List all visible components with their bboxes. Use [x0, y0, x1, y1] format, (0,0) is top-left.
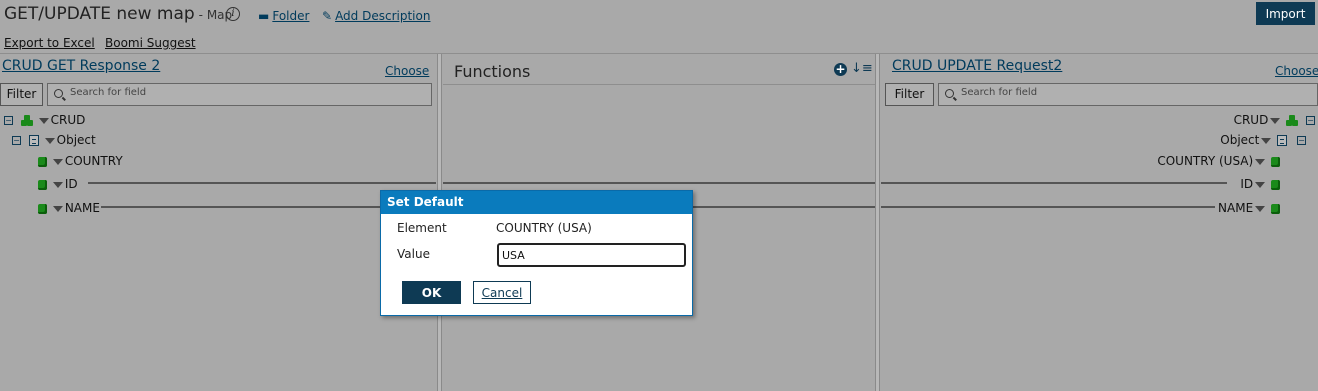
add-function-icon[interactable]: + — [834, 63, 847, 76]
search-icon — [54, 89, 63, 98]
source-profile-title[interactable]: CRUD GET Response 2 — [2, 58, 160, 74]
field-icon — [38, 156, 47, 167]
value-label: Value — [397, 247, 430, 261]
chevron-down-icon[interactable] — [1255, 205, 1266, 212]
tree-node-field[interactable]: ID — [1240, 176, 1280, 192]
tree-node-label: ID — [1240, 177, 1254, 191]
default-value-input[interactable] — [497, 243, 686, 267]
dialog-title[interactable]: Set Default — [381, 191, 692, 214]
page-title: GET/UPDATE new map - Map — [4, 4, 232, 24]
tree-node-object[interactable]: Object − — [1220, 132, 1306, 148]
element-label: Element — [397, 221, 447, 235]
destination-choose-link[interactable]: Choose — [1275, 64, 1318, 78]
folder-link[interactable]: ▬ Folder — [258, 9, 309, 23]
sort-icon[interactable]: ↓≡ — [851, 61, 873, 76]
add-description-label: Add Description — [335, 9, 431, 23]
destination-search-input[interactable] — [961, 87, 1302, 98]
chevron-down-icon[interactable] — [1270, 117, 1281, 124]
chevron-down-icon[interactable] — [52, 158, 63, 165]
tree-node-crud[interactable]: CRUD − — [1234, 112, 1315, 128]
source-profile-panel: CRUD GET Response 2 Choose Filter − CRUD… — [0, 54, 436, 391]
folder-icon: ▬ — [258, 9, 270, 23]
folder-label: Folder — [272, 9, 310, 23]
mapping-line[interactable] — [881, 182, 1227, 184]
source-search-box[interactable] — [47, 83, 432, 106]
tree-node-field[interactable]: COUNTRY (USA) — [1157, 153, 1280, 169]
tree-node-label: COUNTRY (USA) — [1157, 154, 1254, 168]
chevron-down-icon[interactable] — [1255, 181, 1266, 188]
chevron-down-icon[interactable] — [1261, 137, 1272, 144]
chevron-down-icon[interactable] — [38, 117, 49, 124]
chevron-down-icon[interactable] — [52, 205, 63, 212]
tree-node-field[interactable]: NAME — [38, 200, 100, 216]
pencil-icon: ✎ — [322, 9, 333, 23]
element-group-icon — [1286, 115, 1299, 126]
field-icon — [1271, 156, 1280, 167]
functions-header-divider — [443, 84, 876, 85]
chevron-down-icon[interactable] — [1255, 158, 1266, 165]
field-icon — [1271, 203, 1280, 214]
tree-node-label: CRUD — [50, 113, 86, 127]
destination-profile-panel: CRUD UPDATE Request2 Choose Filter CRUD … — [881, 54, 1318, 391]
collapse-icon[interactable]: − — [1306, 116, 1315, 125]
mapping-line[interactable] — [881, 206, 1215, 208]
tree-node-label: Object — [1220, 133, 1260, 147]
tree-node-label: CRUD — [1233, 113, 1269, 127]
element-value: COUNTRY (USA) — [496, 221, 592, 235]
export-to-excel-link[interactable]: Export to Excel — [4, 36, 95, 50]
destination-filter-button[interactable]: Filter — [885, 83, 934, 106]
tree-node-label: NAME — [1218, 201, 1254, 215]
object-icon — [28, 135, 39, 146]
tree-node-field[interactable]: COUNTRY — [38, 153, 123, 169]
set-default-dialog: Set Default Element COUNTRY (USA) Value … — [380, 190, 693, 316]
tree-node-label: Object — [56, 133, 96, 147]
tree-node-label: NAME — [64, 201, 100, 215]
cancel-button[interactable]: Cancel — [473, 281, 531, 304]
source-choose-link[interactable]: Choose — [385, 64, 429, 78]
destination-search-box[interactable] — [938, 83, 1318, 106]
chevron-down-icon[interactable] — [52, 181, 63, 188]
search-icon — [945, 89, 954, 98]
object-icon — [1277, 135, 1288, 146]
add-description-link[interactable]: ✎ Add Description — [322, 9, 430, 23]
source-search-input[interactable] — [70, 87, 415, 98]
field-icon — [38, 179, 47, 190]
info-icon[interactable]: i — [226, 7, 240, 21]
boomi-suggest-link[interactable]: Boomi Suggest — [105, 36, 196, 50]
collapse-icon[interactable]: − — [4, 116, 13, 125]
destination-profile-title[interactable]: CRUD UPDATE Request2 — [892, 58, 1062, 74]
map-name: GET/UPDATE new map — [4, 4, 195, 24]
mapping-line[interactable] — [443, 182, 876, 184]
functions-title: Functions — [454, 62, 531, 81]
field-icon — [38, 203, 47, 214]
field-icon — [1271, 179, 1280, 190]
tree-node-label: ID — [64, 177, 78, 191]
tree-node-label: COUNTRY — [64, 154, 123, 168]
tree-node-crud[interactable]: − CRUD — [4, 112, 85, 128]
mapping-line[interactable] — [88, 182, 436, 184]
tree-node-field[interactable]: ID — [38, 176, 78, 192]
import-button[interactable]: Import — [1256, 2, 1315, 25]
tree-node-object[interactable]: − Object — [12, 132, 96, 148]
ok-button[interactable]: OK — [402, 281, 461, 304]
source-filter-button[interactable]: Filter — [0, 83, 43, 106]
collapse-icon[interactable]: − — [1297, 136, 1306, 145]
tree-node-field[interactable]: NAME — [1218, 200, 1280, 216]
element-group-icon — [20, 115, 33, 126]
chevron-down-icon[interactable] — [44, 137, 55, 144]
panel-splitter[interactable] — [875, 54, 880, 391]
collapse-icon[interactable]: − — [12, 136, 21, 145]
